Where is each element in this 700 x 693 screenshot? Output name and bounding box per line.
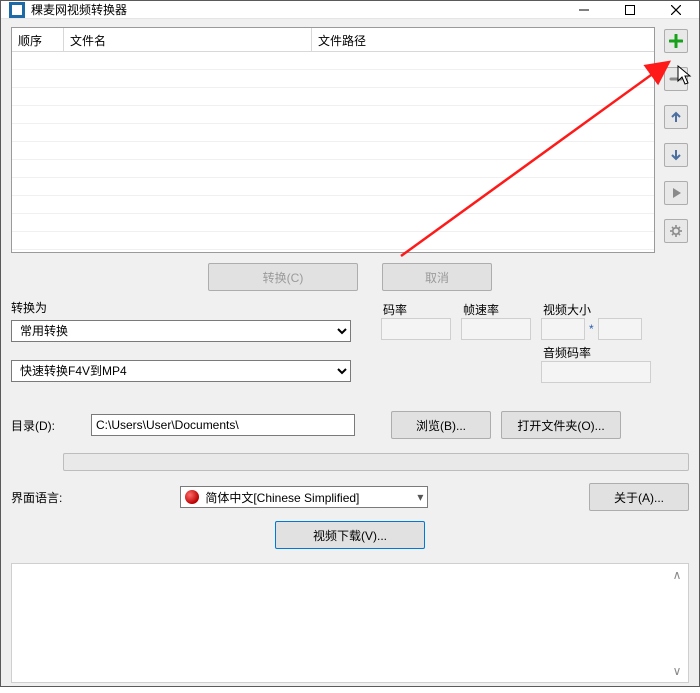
directory-input[interactable] — [91, 414, 355, 436]
directory-row: 目录(D): 浏览(B)... 打开文件夹(O)... — [11, 411, 689, 439]
move-up-button[interactable] — [664, 105, 688, 129]
video-download-button[interactable]: 视频下载(V)... — [275, 521, 425, 549]
globe-icon — [185, 490, 199, 504]
language-select[interactable]: 简体中文[Chinese Simplified] ▾ — [180, 486, 428, 508]
table-row — [12, 124, 654, 142]
close-icon — [671, 5, 681, 15]
minimize-button[interactable] — [561, 1, 607, 18]
about-button[interactable]: 关于(A)... — [589, 483, 689, 511]
preset-item-select[interactable]: 快速转换F4V到MP4 — [11, 360, 351, 382]
language-value: 简体中文[Chinese Simplified] — [205, 489, 359, 506]
play-icon — [669, 186, 683, 200]
move-down-button[interactable] — [664, 143, 688, 167]
col-filename[interactable]: 文件名 — [64, 28, 312, 51]
table-row — [12, 214, 654, 232]
table-header: 顺序 文件名 文件路径 — [12, 28, 654, 52]
video-size-pair: * — [541, 318, 651, 340]
file-table[interactable]: 顺序 文件名 文件路径 — [11, 27, 655, 253]
minus-icon — [669, 72, 683, 86]
table-row — [12, 232, 654, 250]
play-button[interactable] — [664, 181, 688, 205]
scroll-up-icon[interactable]: ∧ — [668, 568, 686, 582]
mid-grid: 转换为 常用转换 快速转换F4V到MP4 码率 帧速率 视频大小 — [11, 297, 689, 383]
browse-button[interactable]: 浏览(B)... — [391, 411, 491, 439]
table-row — [12, 88, 654, 106]
video-width-value — [541, 318, 585, 340]
scroll-down-icon[interactable]: ∨ — [668, 664, 686, 678]
metrics-section: 码率 帧速率 视频大小 * 音频码率 — [381, 297, 689, 383]
col-order[interactable]: 顺序 — [12, 28, 64, 51]
table-row — [12, 160, 654, 178]
plus-icon — [669, 34, 683, 48]
directory-label: 目录(D): — [11, 417, 81, 434]
framerate-label: 帧速率 — [461, 301, 531, 318]
minimize-icon — [579, 5, 589, 15]
table-row — [12, 178, 654, 196]
arrow-up-icon — [669, 110, 683, 124]
window-title: 稞麦网视频转换器 — [31, 1, 127, 18]
download-row: 视频下载(V)... — [11, 521, 689, 549]
bitrate-value — [381, 318, 451, 340]
top-row: 顺序 文件名 文件路径 — [11, 27, 689, 253]
table-rows — [12, 52, 654, 250]
side-toolbar — [663, 27, 689, 253]
window-controls — [561, 1, 699, 18]
add-file-button[interactable] — [664, 29, 688, 53]
client-area: 顺序 文件名 文件路径 — [1, 19, 699, 693]
table-row — [12, 70, 654, 88]
col-filepath[interactable]: 文件路径 — [312, 28, 654, 51]
maximize-button[interactable] — [607, 1, 653, 18]
cancel-button[interactable]: 取消 — [382, 263, 492, 291]
titlebar: 稞麦网视频转换器 — [1, 1, 699, 19]
maximize-icon — [625, 5, 635, 15]
convert-button[interactable]: 转换(C) — [208, 263, 358, 291]
table-row — [12, 142, 654, 160]
ui-language-label: 界面语言: — [11, 489, 62, 506]
video-size-label: 视频大小 — [541, 301, 651, 318]
close-button[interactable] — [653, 1, 699, 18]
log-textarea[interactable]: ∧ ∨ — [11, 563, 689, 683]
framerate-value — [461, 318, 531, 340]
table-row — [12, 106, 654, 124]
app-window: 稞麦网视频转换器 顺序 文件名 文件路径 — [0, 0, 700, 687]
gear-icon — [669, 224, 683, 238]
bitrate-label: 码率 — [381, 301, 451, 318]
open-folder-button[interactable]: 打开文件夹(O)... — [501, 411, 621, 439]
convert-to-label: 转换为 — [11, 299, 361, 316]
settings-button[interactable] — [664, 219, 688, 243]
progress-bar — [63, 453, 689, 471]
audio-bitrate-value — [541, 361, 651, 383]
language-row: 界面语言: 简体中文[Chinese Simplified] ▾ 关于(A)..… — [11, 483, 689, 511]
chevron-down-icon: ▾ — [417, 490, 423, 504]
convert-to-section: 转换为 常用转换 快速转换F4V到MP4 — [11, 297, 361, 383]
preset-group-select[interactable]: 常用转换 — [11, 320, 351, 342]
remove-file-button[interactable] — [664, 67, 688, 91]
app-icon — [9, 2, 25, 18]
audio-bitrate-label: 音频码率 — [541, 344, 651, 361]
arrow-down-icon — [669, 148, 683, 162]
table-row — [12, 196, 654, 214]
table-row — [12, 52, 654, 70]
video-height-value — [598, 318, 642, 340]
video-size-sep: * — [589, 322, 594, 336]
convert-row: 转换(C) 取消 — [11, 263, 689, 291]
